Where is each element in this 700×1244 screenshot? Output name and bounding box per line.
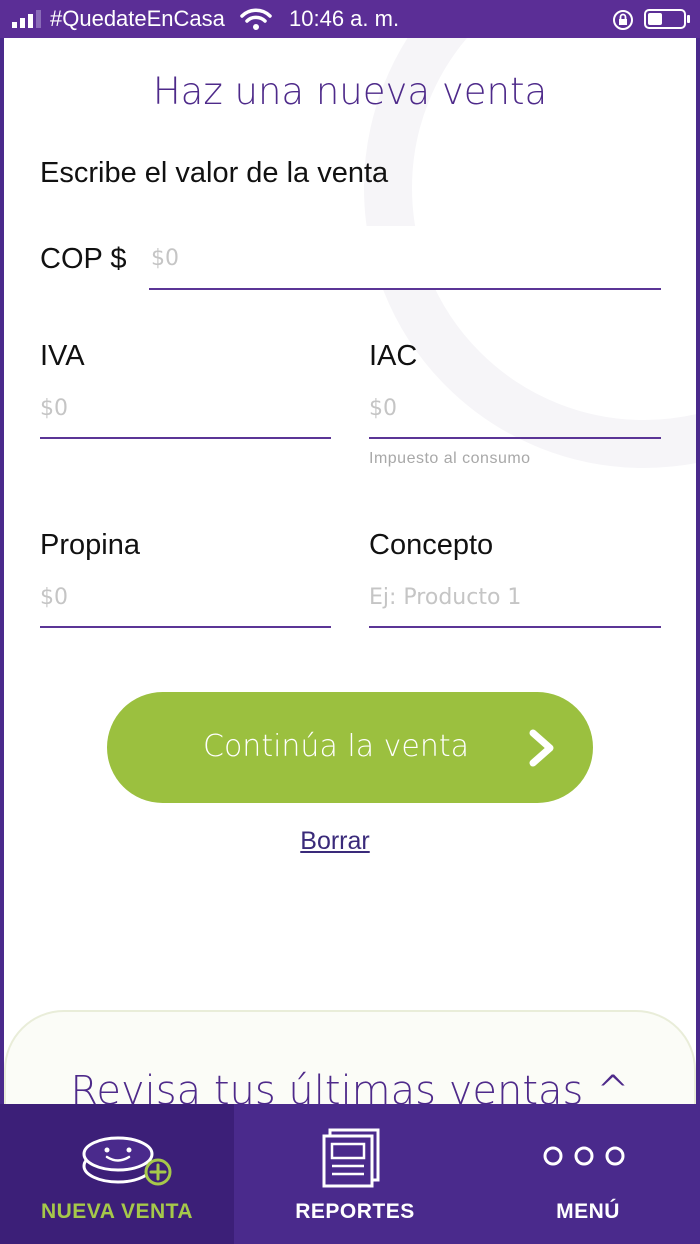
- currency-label: COP $: [40, 243, 127, 275]
- tip-underline: [40, 626, 331, 628]
- tip-input[interactable]: $0: [40, 576, 331, 626]
- recent-sales-label: Revisa tus últimas ventas ^: [70, 1068, 630, 1104]
- orientation-lock-icon: [613, 10, 633, 30]
- concept-placeholder: Ej: Producto 1: [369, 585, 522, 610]
- signal-icon: [12, 10, 41, 28]
- clear-link[interactable]: Borrar: [4, 827, 666, 856]
- recent-sales-drawer[interactable]: Revisa tus últimas ventas ^: [4, 1010, 696, 1104]
- wifi-icon: [240, 8, 272, 30]
- clock: 10:46 a. m.: [289, 6, 400, 31]
- more-dots-icon: [543, 1146, 625, 1166]
- iva-underline: [40, 437, 331, 439]
- tab-reports-label: REPORTES: [295, 1200, 415, 1223]
- battery-icon: [644, 9, 690, 29]
- iva-placeholder: $0: [40, 396, 68, 421]
- concept-input[interactable]: Ej: Producto 1: [369, 576, 661, 626]
- tab-new-sale[interactable]: NUEVA VENTA: [0, 1104, 234, 1244]
- carrier-name: #QuedateEnCasa: [50, 6, 225, 31]
- report-icon: [322, 1128, 380, 1188]
- page-title: Haz una nueva venta: [152, 70, 548, 113]
- iac-input[interactable]: $0: [369, 386, 661, 438]
- concept-underline: [369, 626, 661, 628]
- continue-sale-label: Continúa la venta: [203, 729, 469, 764]
- iac-label: IAC: [369, 340, 418, 372]
- chevron-right-icon: [529, 729, 554, 767]
- sale-amount-underline: [149, 288, 661, 290]
- tab-menu[interactable]: MENÚ: [476, 1104, 700, 1244]
- tab-menu-label: MENÚ: [556, 1200, 620, 1223]
- iva-input[interactable]: $0: [40, 386, 331, 438]
- sale-amount-placeholder: $0: [151, 246, 179, 271]
- iac-placeholder: $0: [369, 396, 397, 421]
- tip-label: Propina: [40, 529, 140, 561]
- tab-reports[interactable]: REPORTES: [234, 1104, 476, 1244]
- iac-helper-text: Impuesto al consumo: [369, 450, 531, 467]
- iac-underline: [369, 437, 661, 439]
- page-subtitle: Escribe el valor de la venta: [40, 157, 389, 189]
- iva-label: IVA: [40, 340, 85, 372]
- continue-sale-button[interactable]: Continúa la venta: [107, 692, 593, 803]
- tip-placeholder: $0: [40, 585, 68, 610]
- coin-plus-icon: [82, 1136, 172, 1186]
- bottom-tab-bar: NUEVA VENTA REPORTES MENÚ: [0, 1104, 700, 1244]
- new-sale-screen: Haz una nueva venta Escribe el valor de …: [4, 38, 696, 1104]
- sale-amount-input[interactable]: $0: [149, 226, 661, 290]
- tab-new-sale-label: NUEVA VENTA: [40, 1200, 194, 1223]
- concept-label: Concepto: [369, 529, 494, 561]
- status-bar: #QuedateEnCasa 10:46 a. m.: [0, 0, 700, 38]
